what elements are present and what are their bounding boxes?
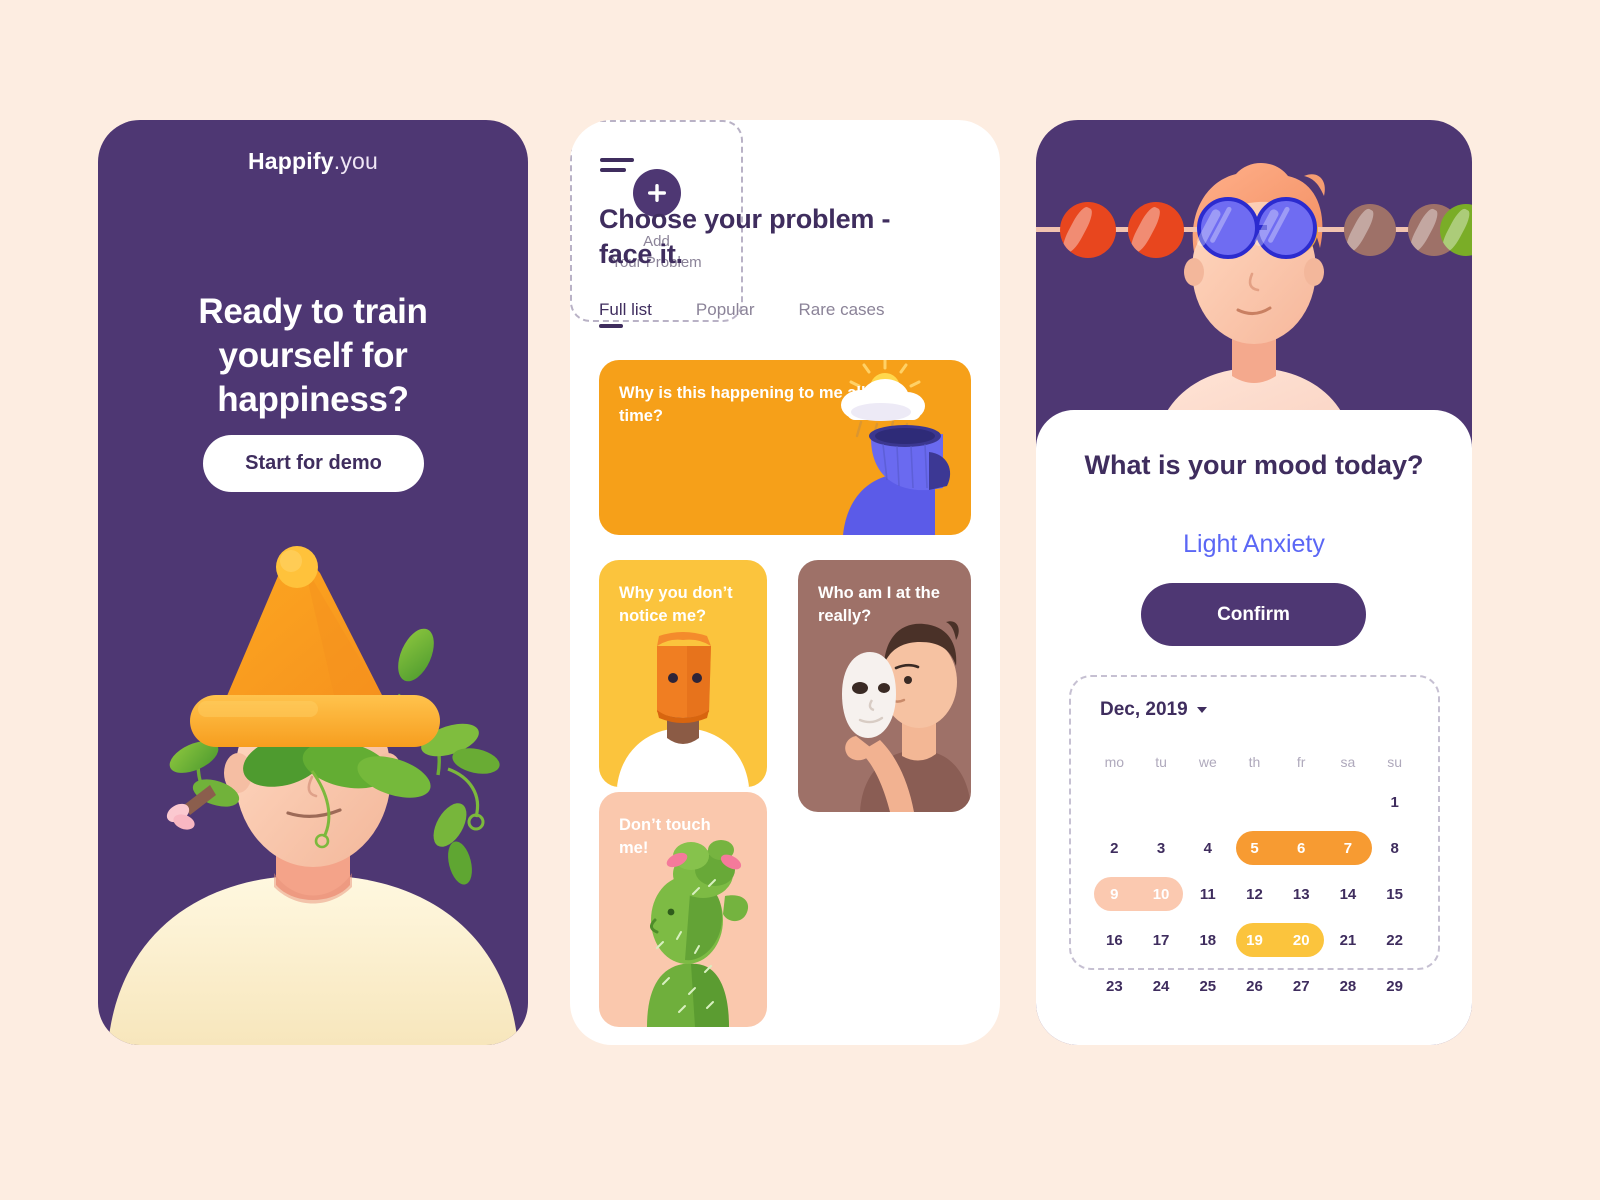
calendar-day-29[interactable]: 29 (1371, 963, 1418, 1009)
calendar-body: 1 2 3 4 5 6 7 8 9 10 11 12 13 14 15 16 17 18 19 20 21 22 23 24 2… (1091, 779, 1418, 1009)
calendar-day-8[interactable]: 8 (1371, 825, 1418, 871)
calendar-day-11[interactable]: 11 (1184, 871, 1231, 917)
tab-full-list[interactable]: Full list (599, 300, 652, 330)
calendar-day-empty (1138, 779, 1185, 825)
weekday-tu: tu (1155, 754, 1167, 770)
problem-card-dont-touch-me[interactable]: Don’t touch me! (599, 792, 767, 1027)
calendar-day-19[interactable]: 19 (1231, 917, 1278, 963)
weekday-fr: fr (1296, 754, 1306, 770)
problem-card-label: Who am I at the really? (818, 584, 940, 626)
calendar-day-empty (1278, 779, 1325, 825)
calendar-day-5[interactable]: 5 (1231, 825, 1278, 871)
tab-popular[interactable]: Popular (696, 300, 755, 330)
calendar-day-15[interactable]: 15 (1371, 871, 1418, 917)
calendar-day-13[interactable]: 13 (1278, 871, 1325, 917)
page-title: Choose your problem - face it. (599, 204, 891, 269)
problem-card-label: Don’t touch me! (619, 816, 711, 858)
confirm-button[interactable]: Confirm (1141, 583, 1366, 646)
phone-screen-problems: Choose your problem - face it. Full list… (570, 120, 1000, 1045)
calendar-day-16[interactable]: 16 (1091, 917, 1138, 963)
chevron-down-icon (1196, 707, 1207, 713)
calendar-day-10[interactable]: 10 (1138, 871, 1185, 917)
calendar-day-7[interactable]: 7 (1325, 825, 1372, 871)
problem-card-why-is-this-happening[interactable]: Why is this happening to me all the time… (599, 360, 971, 535)
tab-rare-cases[interactable]: Rare cases (799, 300, 885, 330)
calendar-day-9[interactable]: 9 (1091, 871, 1138, 917)
calendar-day-14[interactable]: 14 (1325, 871, 1372, 917)
weekday-we: we (1198, 754, 1217, 770)
calendar-month-label: Dec, 2019 (1100, 699, 1188, 720)
calendar-month-selector[interactable]: Dec, 2019 (1100, 699, 1207, 721)
brand-name: Happify (247, 148, 334, 174)
calendar-day-3[interactable]: 3 (1138, 825, 1185, 871)
mood-sheet: What is your mood today? Light Anxiety C… (1036, 410, 1472, 1045)
calendar-day-18[interactable]: 18 (1184, 917, 1231, 963)
intro-headline: Ready to train yourself for happiness? (198, 292, 428, 420)
calendar-day-26[interactable]: 26 (1231, 963, 1278, 1009)
calendar-day-28[interactable]: 28 (1325, 963, 1372, 1009)
sunglasses-icon (1196, 197, 1317, 259)
calendar-day-6[interactable]: 6 (1278, 825, 1325, 871)
calendar-day-24[interactable]: 24 (1138, 963, 1185, 1009)
brand-suffix: .you (333, 148, 379, 174)
weekday-su: su (1387, 754, 1403, 770)
calendar-day-1[interactable]: 1 (1371, 779, 1418, 825)
weekday-sa: sa (1340, 754, 1356, 770)
bead-6 (1344, 204, 1396, 256)
calendar-day-17[interactable]: 17 (1138, 917, 1185, 963)
hamburger-line-bottom (600, 168, 626, 172)
calendar-day-empty (1091, 779, 1138, 825)
problem-card-why-you-dont-notice-me[interactable]: Why you don’t notice me? (599, 560, 767, 787)
calendar-day-empty (1231, 779, 1278, 825)
weekday-mo: mo (1104, 754, 1125, 770)
phone-screen-intro: Happify.you Ready to train yourself for … (98, 120, 528, 1045)
phone-screen-mood: What is your mood today? Light Anxiety C… (1036, 120, 1472, 1045)
calendar-day-23[interactable]: 23 (1091, 963, 1138, 1009)
calendar-day-12[interactable]: 12 (1231, 871, 1278, 917)
calendar-day-21[interactable]: 21 (1325, 917, 1372, 963)
start-for-demo-button[interactable]: Start for demo (203, 435, 424, 492)
calendar-day-4[interactable]: 4 (1184, 825, 1231, 871)
calendar-week-row: 9 10 11 12 13 14 15 (1091, 871, 1418, 917)
selected-mood-value[interactable]: Light Anxiety (1036, 530, 1472, 559)
problem-card-who-am-i[interactable]: Who am I at the really? (798, 560, 971, 812)
calendar-week-row: 23 24 25 26 27 28 29 (1091, 963, 1418, 1009)
mood-question: What is your mood today? (1084, 450, 1424, 480)
calendar-day-22[interactable]: 22 (1371, 917, 1418, 963)
app-mockup-canvas: Happify.you Ready to train yourself for … (0, 0, 1600, 1200)
hamburger-icon[interactable] (600, 158, 638, 180)
calendar-day-27[interactable]: 27 (1278, 963, 1325, 1009)
problem-tabs: Full list Popular Rare cases (599, 300, 885, 330)
problem-card-label: Why you don’t notice me? (619, 584, 733, 626)
calendar-day-2[interactable]: 2 (1091, 825, 1138, 871)
calendar-day-empty (1325, 779, 1372, 825)
hamburger-line-top (600, 158, 634, 162)
calendar-weekday-row: mo tu we th fr sa su (1091, 745, 1418, 779)
calendar-day-20[interactable]: 20 (1278, 917, 1325, 963)
calendar-day-25[interactable]: 25 (1184, 963, 1231, 1009)
weekday-th: th (1248, 754, 1261, 770)
calendar-day-empty (1184, 779, 1231, 825)
calendar-grid: mo tu we th fr sa su 1 2 3 4 5 6 7 8 9 10 11 12 13 14… (1091, 745, 1418, 1009)
problem-card-label: Why is this happening to me all the time… (619, 384, 895, 426)
calendar: Dec, 2019 mo tu we th fr sa su 123456789… (1069, 675, 1440, 995)
app-logo: Happify.you (98, 148, 528, 175)
calendar-week-row: 16 17 18 19 20 21 22 (1091, 917, 1418, 963)
calendar-week-row: 2345678 (1091, 825, 1418, 871)
intro-illustration (108, 546, 518, 1045)
calendar-week-row: 1 (1091, 779, 1418, 825)
